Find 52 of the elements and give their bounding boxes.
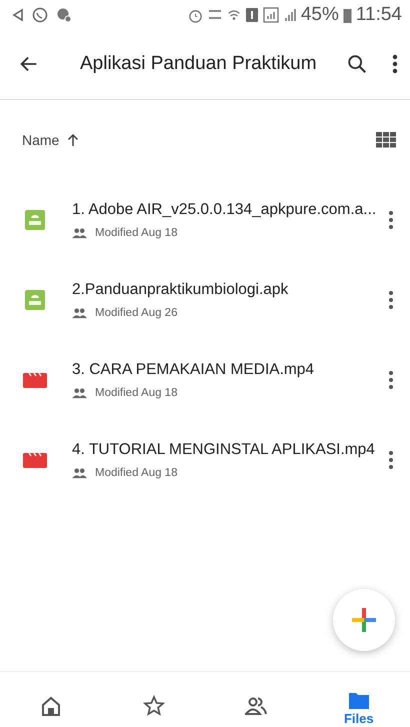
plus-icon: [350, 606, 378, 634]
folder-icon: [348, 690, 370, 712]
shared-people-icon: [72, 468, 87, 480]
new-button[interactable]: [333, 589, 395, 651]
star-icon: [142, 695, 165, 717]
folder-title: Aplikasi Panduan Praktikum: [80, 52, 318, 76]
file-row[interactable]: 1. Adobe AIR_v25.0.0.134_apkpure.com.a... Modified Aug 18: [0, 180, 410, 260]
shared-people-icon: [72, 388, 87, 400]
file-name: 2.Panduanpraktikumbiologi.apk: [72, 280, 290, 300]
search-icon: [346, 53, 368, 76]
file-name: 1. Adobe AIR_v25.0.0.134_apkpure.com.a...: [72, 200, 378, 220]
sim-card-icon: [244, 7, 259, 23]
more-vertical-icon: [388, 450, 394, 470]
notification-icon: [56, 7, 72, 23]
shared-people-icon: [72, 228, 87, 240]
back-triangle-icon: [12, 8, 24, 22]
more-vertical-icon: [388, 290, 394, 310]
sort-button[interactable]: Name: [22, 130, 80, 150]
wifi-icon: [226, 8, 241, 22]
modified-date: Modified Aug 26: [95, 306, 178, 321]
file-more-button[interactable]: [388, 448, 394, 472]
battery-icon: [342, 8, 352, 22]
file-more-button[interactable]: [388, 288, 394, 312]
modified-date: Modified Aug 18: [95, 226, 178, 241]
shared-people-icon: [72, 308, 87, 320]
apk-file-icon: [25, 290, 45, 310]
alarm-icon: [188, 8, 203, 22]
video-file-icon: [23, 450, 47, 470]
sort-up-arrow-icon: [67, 133, 80, 147]
file-more-button[interactable]: [388, 208, 394, 232]
file-name: 3. CARA PEMAKAIAN MEDIA.mp4: [72, 360, 316, 380]
video-file-icon: [23, 370, 47, 390]
modified-date: Modified Aug 18: [95, 386, 178, 401]
more-vertical-icon: [388, 370, 394, 390]
file-row[interactable]: 4. TUTORIAL MENGINSTAL APLIKASI.mp4 Modified Aug 18: [0, 420, 410, 500]
status-time: 11:54: [356, 2, 402, 27]
nav-tab[interactable]: Files: [328, 690, 389, 725]
signal-icon: [262, 7, 279, 23]
apk-file-icon: [25, 210, 45, 230]
grid-view-icon: [376, 132, 396, 148]
file-name: 4. TUTORIAL MENGINSTAL APLIKASI.mp4: [72, 440, 376, 460]
battery-percent: 45%: [300, 2, 339, 27]
people-icon: [245, 695, 268, 717]
file-row[interactable]: 3. CARA PEMAKAIAN MEDIA.mp4 Modified Aug 18: [0, 340, 410, 420]
more-vertical-icon: [392, 53, 398, 76]
file-more-button[interactable]: [388, 368, 394, 392]
home-icon: [40, 695, 62, 717]
modified-date: Modified Aug 18: [95, 466, 178, 481]
file-row[interactable]: 2.Panduanpraktikumbiologi.apk Modified Aug 26: [0, 260, 410, 340]
chat-bubble-icon: [32, 7, 48, 23]
signal-icon: [282, 8, 297, 22]
more-vertical-icon: [388, 210, 394, 230]
